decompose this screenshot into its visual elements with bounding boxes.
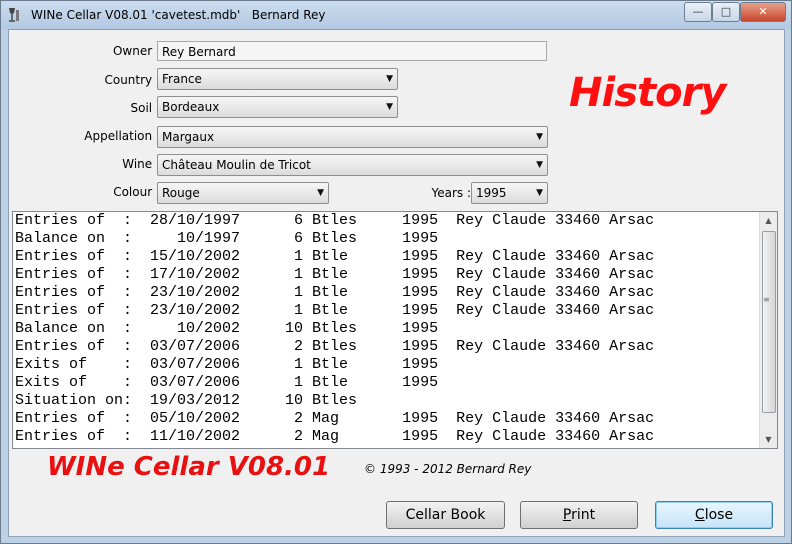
soil-value: Bordeaux [162,100,220,114]
window-title: WINe Cellar V08.01 'cavetest.mdb' Bernar… [31,8,326,22]
client-area: Owner : Rey Bernard Country : France ▼ So… [8,29,785,537]
close-window-button[interactable]: ✕ [740,2,786,22]
colour-value: Rouge [162,186,200,200]
close-icon: ✕ [758,5,768,18]
country-value: France [162,72,202,86]
history-list[interactable]: Entries of : 28/10/1997 6 Btles 1995 Rey… [12,211,778,449]
country-select[interactable]: France ▼ [157,68,398,90]
appellation-label: Appellation : [84,129,160,143]
history-row[interactable]: Entries of : 23/10/2002 1 Btle 1995 Rey … [15,302,760,320]
chevron-down-icon: ▼ [536,188,543,198]
colour-select[interactable]: Rouge ▼ [157,182,329,204]
maximize-button[interactable]: □ [712,2,740,22]
minimize-icon: — [692,5,704,18]
grip-icon: ≡ [763,295,770,304]
appellation-value: Margaux [162,130,215,144]
history-rows: Entries of : 28/10/1997 6 Btles 1995 Rey… [15,212,760,446]
maximize-icon: □ [720,5,732,18]
owner-field[interactable]: Rey Bernard [157,41,547,61]
years-select[interactable]: 1995 ▼ [471,182,548,204]
print-label: rint [571,507,596,523]
close-label: lose [704,507,734,523]
chevron-down-icon: ▼ [536,160,543,170]
minimize-button[interactable]: — [684,2,712,22]
vertical-scrollbar[interactable]: ▲ ≡ ▼ [759,212,777,448]
scroll-thumb[interactable] [762,231,776,413]
country-label: Country : [104,73,160,87]
brand-title: WINe Cellar V08.01 [47,452,331,482]
history-heading: History [569,70,726,116]
history-row[interactable]: Entries of : 17/10/2002 1 Btle 1995 Rey … [15,266,760,284]
history-row[interactable]: Balance on : 10/1997 6 Btles 1995 [15,230,760,248]
history-row[interactable]: Entries of : 15/10/2002 1 Btle 1995 Rey … [15,248,760,266]
history-row[interactable]: Entries of : 05/10/2002 2 Mag 1995 Rey C… [15,410,760,428]
scroll-down-icon[interactable]: ▼ [760,431,777,448]
history-row[interactable]: Entries of : 11/10/2002 2 Mag 1995 Rey C… [15,428,760,446]
wine-value: Château Moulin de Tricot [162,158,311,172]
wine-glass-icon [7,7,23,23]
soil-label: Soil : [130,101,160,115]
wine-select[interactable]: Château Moulin de Tricot ▼ [157,154,548,176]
soil-select[interactable]: Bordeaux ▼ [157,96,398,118]
close-button[interactable]: Close [655,501,773,529]
history-row[interactable]: Entries of : 28/10/1997 6 Btles 1995 Rey… [15,212,760,230]
history-row[interactable]: Exits of : 03/07/2006 1 Btle 1995 [15,356,760,374]
appellation-select[interactable]: Margaux ▼ [157,126,548,148]
chevron-down-icon: ▼ [386,74,393,84]
copyright-text: © 1993 - 2012 Bernard Rey [364,462,532,476]
years-value: 1995 [476,186,507,200]
print-mnemonic: P [562,507,572,523]
history-row[interactable]: Entries of : 23/10/2002 1 Btle 1995 Rey … [15,284,760,302]
main-window: WINe Cellar V08.01 'cavetest.mdb' Bernar… [0,0,792,544]
chevron-down-icon: ▼ [536,132,543,142]
chevron-down-icon: ▼ [386,102,393,112]
owner-label: Owner : [112,44,160,58]
close-mnemonic: C [694,507,705,523]
chevron-down-icon: ▼ [317,188,324,198]
years-label: Years : [431,186,471,200]
wine-label: Wine : [122,157,160,171]
history-row[interactable]: Exits of : 03/07/2006 1 Btle 1995 [15,374,760,392]
history-row[interactable]: Entries of : 03/07/2006 2 Btles 1995 Rey… [15,338,760,356]
history-row[interactable]: Situation on: 19/03/2012 10 Btles [15,392,760,410]
scroll-up-icon[interactable]: ▲ [760,212,777,229]
colour-label: Colour : [113,185,160,199]
history-row[interactable]: Balance on : 10/2002 10 Btles 1995 [15,320,760,338]
title-bar[interactable]: WINe Cellar V08.01 'cavetest.mdb' Bernar… [1,1,791,29]
print-button[interactable]: Print [520,501,638,529]
cellar-book-button[interactable]: Cellar Book [386,501,505,529]
